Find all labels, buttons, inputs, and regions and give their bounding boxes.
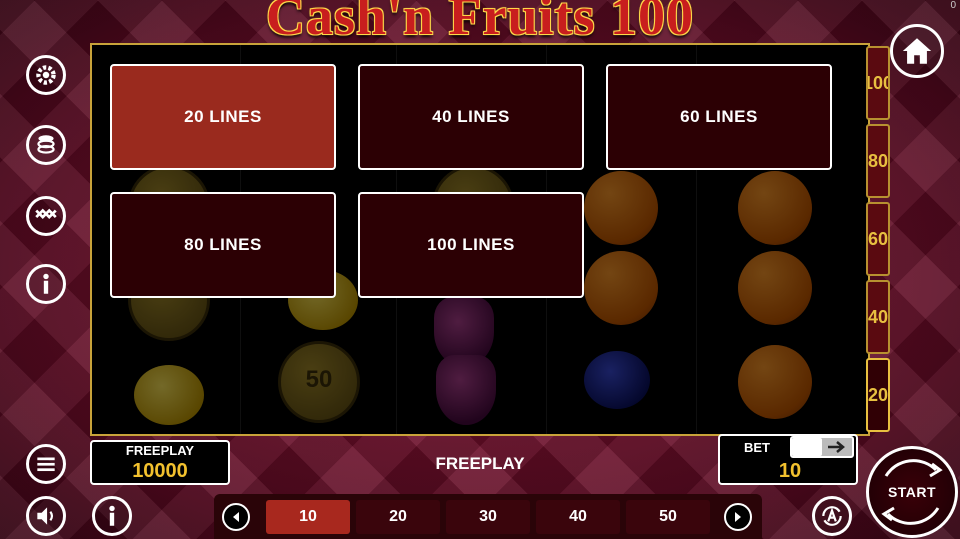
- bet-label: BET: [744, 440, 770, 455]
- line-marker: 100: [866, 46, 890, 120]
- line-markers: 100 80 60 40 20: [866, 46, 890, 436]
- bet-prev-button[interactable]: [222, 503, 250, 531]
- line-marker: 60: [866, 202, 890, 276]
- sound-button[interactable]: [26, 496, 66, 536]
- autoplay-button[interactable]: [812, 496, 852, 536]
- bet-toggle[interactable]: [790, 436, 854, 458]
- coin-stack-icon: [37, 135, 55, 154]
- status-text: FREEPLAY: [435, 454, 525, 473]
- line-marker: 20: [866, 358, 890, 432]
- spin-arrows-icon: [881, 459, 943, 525]
- game-title: Cash'n Fruits 100: [265, 0, 695, 46]
- freeplay-value: 10000: [132, 460, 188, 482]
- paytable-button[interactable]: [26, 196, 66, 236]
- bet-next-button[interactable]: [724, 503, 752, 531]
- bet-option[interactable]: 30: [446, 500, 530, 534]
- line-marker: 40: [866, 280, 890, 354]
- bet-option[interactable]: 20: [356, 500, 440, 534]
- toggle-knob: [792, 438, 822, 456]
- corner-counter: 0: [950, 0, 956, 11]
- arrow-right-icon: [735, 512, 741, 522]
- bet-selector: 10 20 30 40 50: [214, 494, 762, 539]
- settings-icon: [36, 65, 56, 85]
- info-bottom-button[interactable]: [92, 496, 132, 536]
- autoplay-icon: [822, 506, 842, 526]
- line-marker: 80: [866, 124, 890, 198]
- lines-option-40[interactable]: 40 LINES: [358, 64, 584, 170]
- freeplay-label: FREEPLAY: [125, 443, 195, 458]
- start-button[interactable]: START: [866, 446, 958, 538]
- coin-stack-button[interactable]: [26, 125, 66, 165]
- home-icon: [902, 38, 932, 64]
- arrow-left-icon: [233, 512, 239, 522]
- info-button[interactable]: [26, 264, 66, 304]
- bet-option[interactable]: 40: [536, 500, 620, 534]
- lines-option-60[interactable]: 60 LINES: [606, 64, 832, 170]
- lines-option-20[interactable]: 20 LINES: [110, 64, 336, 170]
- info-icon: [43, 273, 49, 294]
- reels-area: 50 50 20 20 LINES 40 LINES 60 LINES 80 L…: [90, 43, 870, 436]
- lines-option-80[interactable]: 80 LINES: [110, 192, 336, 298]
- paytable-icon: [35, 208, 57, 219]
- home-button[interactable]: [890, 24, 944, 78]
- menu-button[interactable]: [26, 444, 66, 484]
- bet-option[interactable]: 10: [266, 500, 350, 534]
- info-icon: [109, 505, 115, 526]
- arrow-right-icon: [828, 441, 845, 453]
- menu-icon: [37, 457, 55, 472]
- bet-option[interactable]: 50: [626, 500, 710, 534]
- settings-button[interactable]: [26, 55, 66, 95]
- bet-value: 10: [778, 460, 802, 482]
- sound-icon: [37, 507, 54, 525]
- lines-option-100[interactable]: 100 LINES: [358, 192, 584, 298]
- freeplay-panel: FREEPLAY 10000: [90, 440, 230, 485]
